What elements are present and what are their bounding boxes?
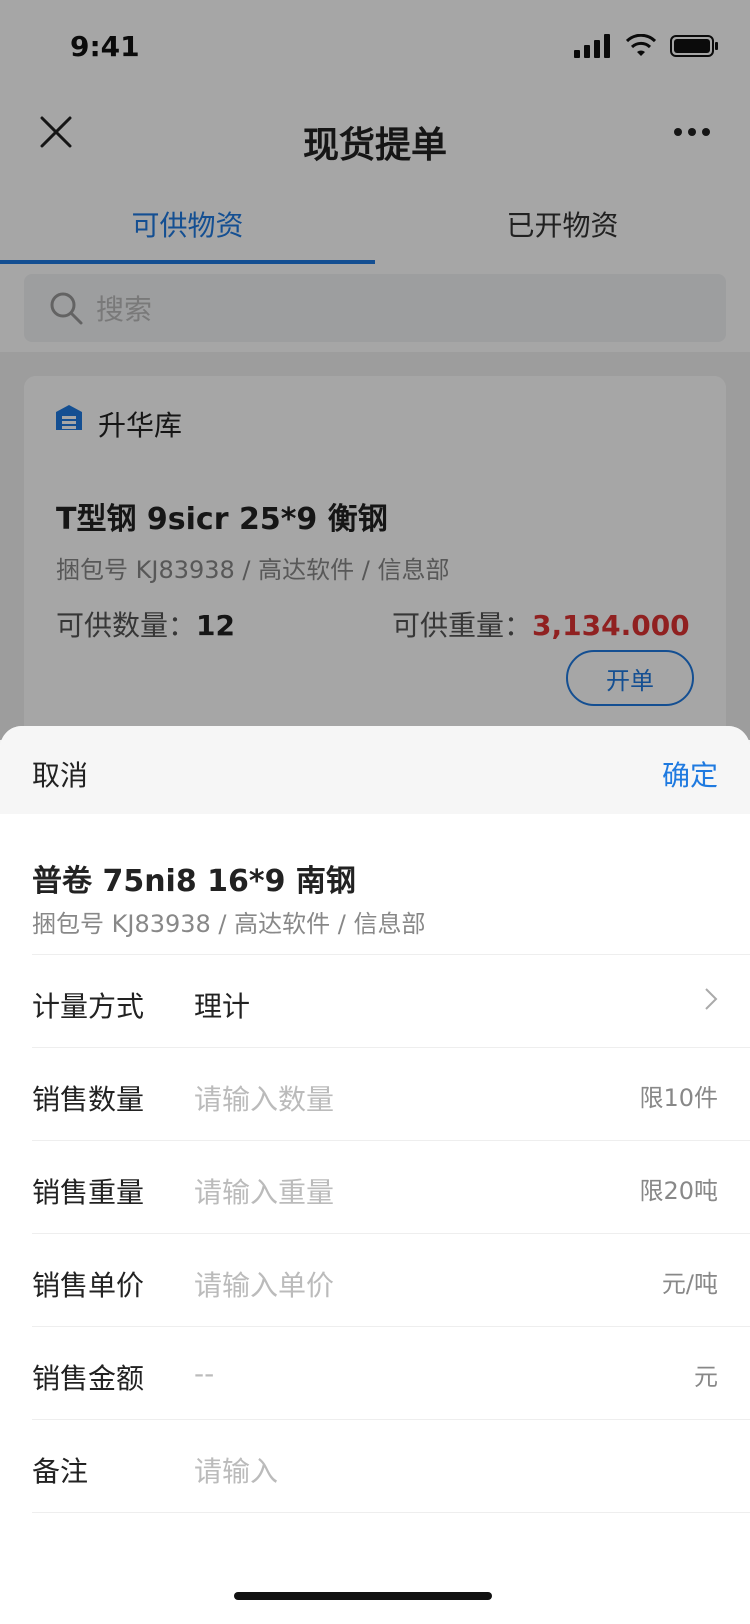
- row-unit-price[interactable]: 销售单价 请输入单价 元/吨: [32, 1234, 750, 1327]
- sheet-item-meta: 捆包号 KJ83938 / 高达软件 / 信息部: [32, 910, 426, 938]
- sales-weight-label: 销售重量: [32, 1176, 145, 1209]
- modal-overlay[interactable]: [0, 0, 750, 740]
- remark-input[interactable]: 请输入: [194, 1450, 278, 1490]
- remark-label: 备注: [32, 1455, 89, 1488]
- row-measure-method[interactable]: 计量方式 理计: [32, 955, 750, 1048]
- sales-quantity-input[interactable]: 请输入数量: [194, 1078, 334, 1118]
- sales-weight-limit: 限20吨: [639, 1177, 718, 1205]
- chevron-right-icon: [705, 988, 718, 1010]
- unit-price-input[interactable]: 请输入单价: [194, 1264, 334, 1304]
- sales-amount-value: --: [194, 1357, 215, 1390]
- row-sales-weight[interactable]: 销售重量 请输入重量 限20吨: [32, 1141, 750, 1234]
- measure-method-label: 计量方式: [32, 990, 145, 1023]
- row-sales-amount: 销售金额 -- 元: [32, 1327, 750, 1420]
- sales-weight-input[interactable]: 请输入重量: [194, 1171, 334, 1211]
- sheet-item-title: 普卷 75ni8 16*9 南钢: [32, 864, 356, 899]
- unit-price-unit: 元/吨: [661, 1270, 718, 1298]
- sheet-header: 取消 确定: [0, 726, 750, 814]
- order-sheet: 取消 确定 普卷 75ni8 16*9 南钢 捆包号 KJ83938 / 高达软…: [0, 726, 750, 1624]
- row-sales-quantity[interactable]: 销售数量 请输入数量 限10件: [32, 1048, 750, 1141]
- sales-quantity-label: 销售数量: [32, 1083, 145, 1116]
- cancel-button[interactable]: 取消: [32, 754, 88, 794]
- row-remark[interactable]: 备注 请输入: [32, 1420, 750, 1513]
- confirm-button[interactable]: 确定: [662, 754, 718, 794]
- home-indicator: [234, 1592, 492, 1600]
- measure-method-value: 理计: [194, 990, 251, 1023]
- sales-quantity-limit: 限10件: [639, 1084, 718, 1112]
- sales-amount-label: 销售金额: [32, 1362, 145, 1395]
- unit-price-label: 销售单价: [32, 1269, 145, 1302]
- sales-amount-unit: 元: [694, 1363, 718, 1391]
